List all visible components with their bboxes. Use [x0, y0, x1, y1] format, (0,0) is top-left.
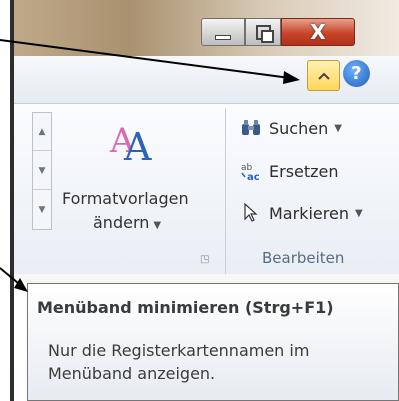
- find-label: Suchen: [269, 118, 329, 138]
- gallery-scroll-up-button[interactable]: ▲: [33, 113, 51, 151]
- window-frame-left: [10, 0, 14, 401]
- ribbon-bottom-edge: [14, 274, 399, 283]
- replace-label: Ersetzen: [269, 161, 339, 181]
- minimize-ribbon-tooltip: Menüband minimieren (Strg+F1) Nur die Re…: [27, 283, 399, 401]
- dropdown-arrow-icon: ▼: [354, 207, 363, 219]
- dropdown-arrow-icon: ▼: [153, 220, 162, 231]
- tooltip-description: Nur die Registerkartennamen im Menüband …: [48, 341, 310, 383]
- change-styles-label-line1[interactable]: Formatvorlagen: [62, 189, 189, 208]
- change-styles-button[interactable]: ändern ▼: [93, 213, 161, 232]
- select-label: Markieren: [269, 203, 349, 223]
- help-button[interactable]: ?: [343, 60, 370, 87]
- minimize-ribbon-button[interactable]: [307, 60, 340, 91]
- svg-text:ac: ac: [247, 172, 260, 181]
- help-icon: ?: [351, 63, 362, 84]
- close-window-button[interactable]: X: [281, 18, 355, 46]
- replace-icon: ab ac: [240, 161, 262, 181]
- gallery-more-button[interactable]: ▼: [33, 191, 51, 229]
- replace-button[interactable]: ab ac Ersetzen: [240, 161, 339, 182]
- dialog-launcher-icon[interactable]: ◳: [200, 254, 212, 266]
- chevron-up-icon: [317, 72, 330, 80]
- change-styles-label-line2: ändern: [93, 213, 150, 232]
- select-button[interactable]: Markieren ▼: [240, 203, 363, 223]
- cursor-arrow-icon: [240, 203, 262, 223]
- ribbon-tab-strip: [14, 56, 399, 104]
- tooltip-title: Menüband minimieren (Strg+F1): [37, 298, 334, 317]
- binoculars-icon: [240, 118, 262, 138]
- close-icon: X: [310, 20, 326, 44]
- restore-icon: [255, 24, 274, 43]
- edit-group-label: Bearbeiten: [262, 249, 345, 267]
- restore-window-button[interactable]: [245, 18, 281, 46]
- aa-styles-icon: A A: [109, 121, 152, 164]
- gallery-scroll-down-button[interactable]: ▼: [33, 152, 51, 190]
- svg-text:A: A: [123, 125, 152, 164]
- dropdown-arrow-icon: ▼: [334, 122, 342, 134]
- minimize-icon: [215, 34, 231, 40]
- screenshot-stage: X ? ▲ ▼ ▼ A A Formatvorlagen ändern ▼ ◳ S…: [0, 0, 399, 401]
- group-separator: [225, 108, 226, 274]
- find-button[interactable]: Suchen ▼: [240, 118, 342, 138]
- styles-gallery-scrollbar[interactable]: ▲ ▼ ▼: [32, 112, 52, 230]
- minimize-window-button[interactable]: [201, 18, 245, 46]
